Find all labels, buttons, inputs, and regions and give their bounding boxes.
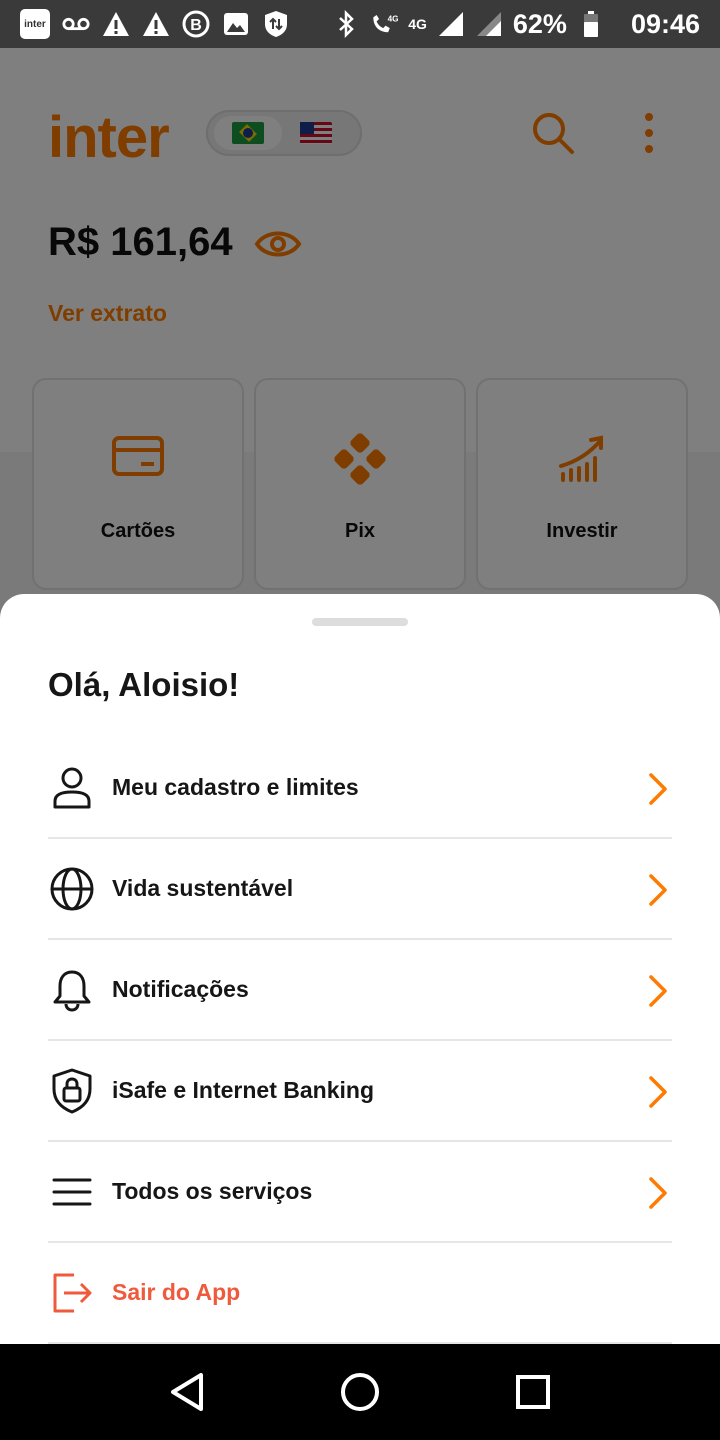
logout-icon xyxy=(48,1269,96,1317)
image-icon xyxy=(222,10,250,38)
system-navigation-bar xyxy=(0,1344,720,1440)
menu-item-label: iSafe e Internet Banking xyxy=(112,1077,375,1103)
warning-icon xyxy=(142,10,170,38)
menu-item-profile[interactable]: Meu cadastro e limites xyxy=(48,738,672,839)
back-icon[interactable] xyxy=(163,1368,211,1416)
signal-icon xyxy=(437,10,465,38)
battery-icon xyxy=(577,10,605,38)
chevron-right-icon xyxy=(649,975,667,1007)
svg-text:B: B xyxy=(190,17,202,34)
warning-icon xyxy=(102,10,130,38)
menu-item-isafe[interactable]: iSafe e Internet Banking xyxy=(48,1041,672,1142)
b-badge-icon: B xyxy=(182,10,210,38)
menu-item-sustainable-life[interactable]: Vida sustentável xyxy=(48,839,672,940)
chevron-right-icon xyxy=(649,874,667,906)
account-bottom-sheet: Olá, Aloisio! Meu cadastro e limites Vid… xyxy=(0,594,720,1344)
chevron-right-icon xyxy=(649,773,667,805)
clock: 09:46 xyxy=(630,8,700,39)
home-icon[interactable] xyxy=(336,1368,384,1416)
signal-icon xyxy=(475,10,503,38)
menu-item-notifications[interactable]: Notificações xyxy=(48,940,672,1041)
bluetooth-icon xyxy=(332,10,360,38)
globe-icon xyxy=(48,865,96,913)
recents-icon[interactable] xyxy=(509,1368,557,1416)
menu-icon xyxy=(48,1168,96,1216)
data-saver-icon xyxy=(262,10,290,38)
menu-item-label: Sair do App xyxy=(112,1279,241,1305)
shield-lock-icon xyxy=(48,1067,96,1115)
menu-item-logout[interactable]: Sair do App xyxy=(48,1243,672,1344)
battery-percentage: 62% xyxy=(512,8,567,39)
chevron-right-icon xyxy=(649,1177,667,1209)
greeting-title: Olá, Aloisio! xyxy=(48,666,240,703)
menu-item-label: Vida sustentável xyxy=(112,875,294,901)
network-type: 4G xyxy=(408,16,427,32)
user-icon xyxy=(48,764,96,812)
menu-item-label: Todos os serviços xyxy=(112,1178,313,1204)
menu-item-label: Meu cadastro e limites xyxy=(112,774,359,800)
menu-item-label: Notificações xyxy=(112,976,249,1002)
inter-app-icon: inter xyxy=(20,9,50,39)
menu-item-all-services[interactable]: Todos os serviços xyxy=(48,1142,672,1243)
svg-text:4G: 4G xyxy=(388,15,398,24)
volte-call-icon: 4G xyxy=(370,10,398,38)
voicemail-icon xyxy=(62,10,90,38)
status-bar: inter B 4G 4G 62% 09:46 xyxy=(0,0,720,48)
bell-icon xyxy=(48,966,96,1014)
chevron-right-icon xyxy=(649,1076,667,1108)
account-menu: Meu cadastro e limites Vida sustentável … xyxy=(48,738,672,1344)
sheet-drag-handle[interactable] xyxy=(312,618,408,626)
